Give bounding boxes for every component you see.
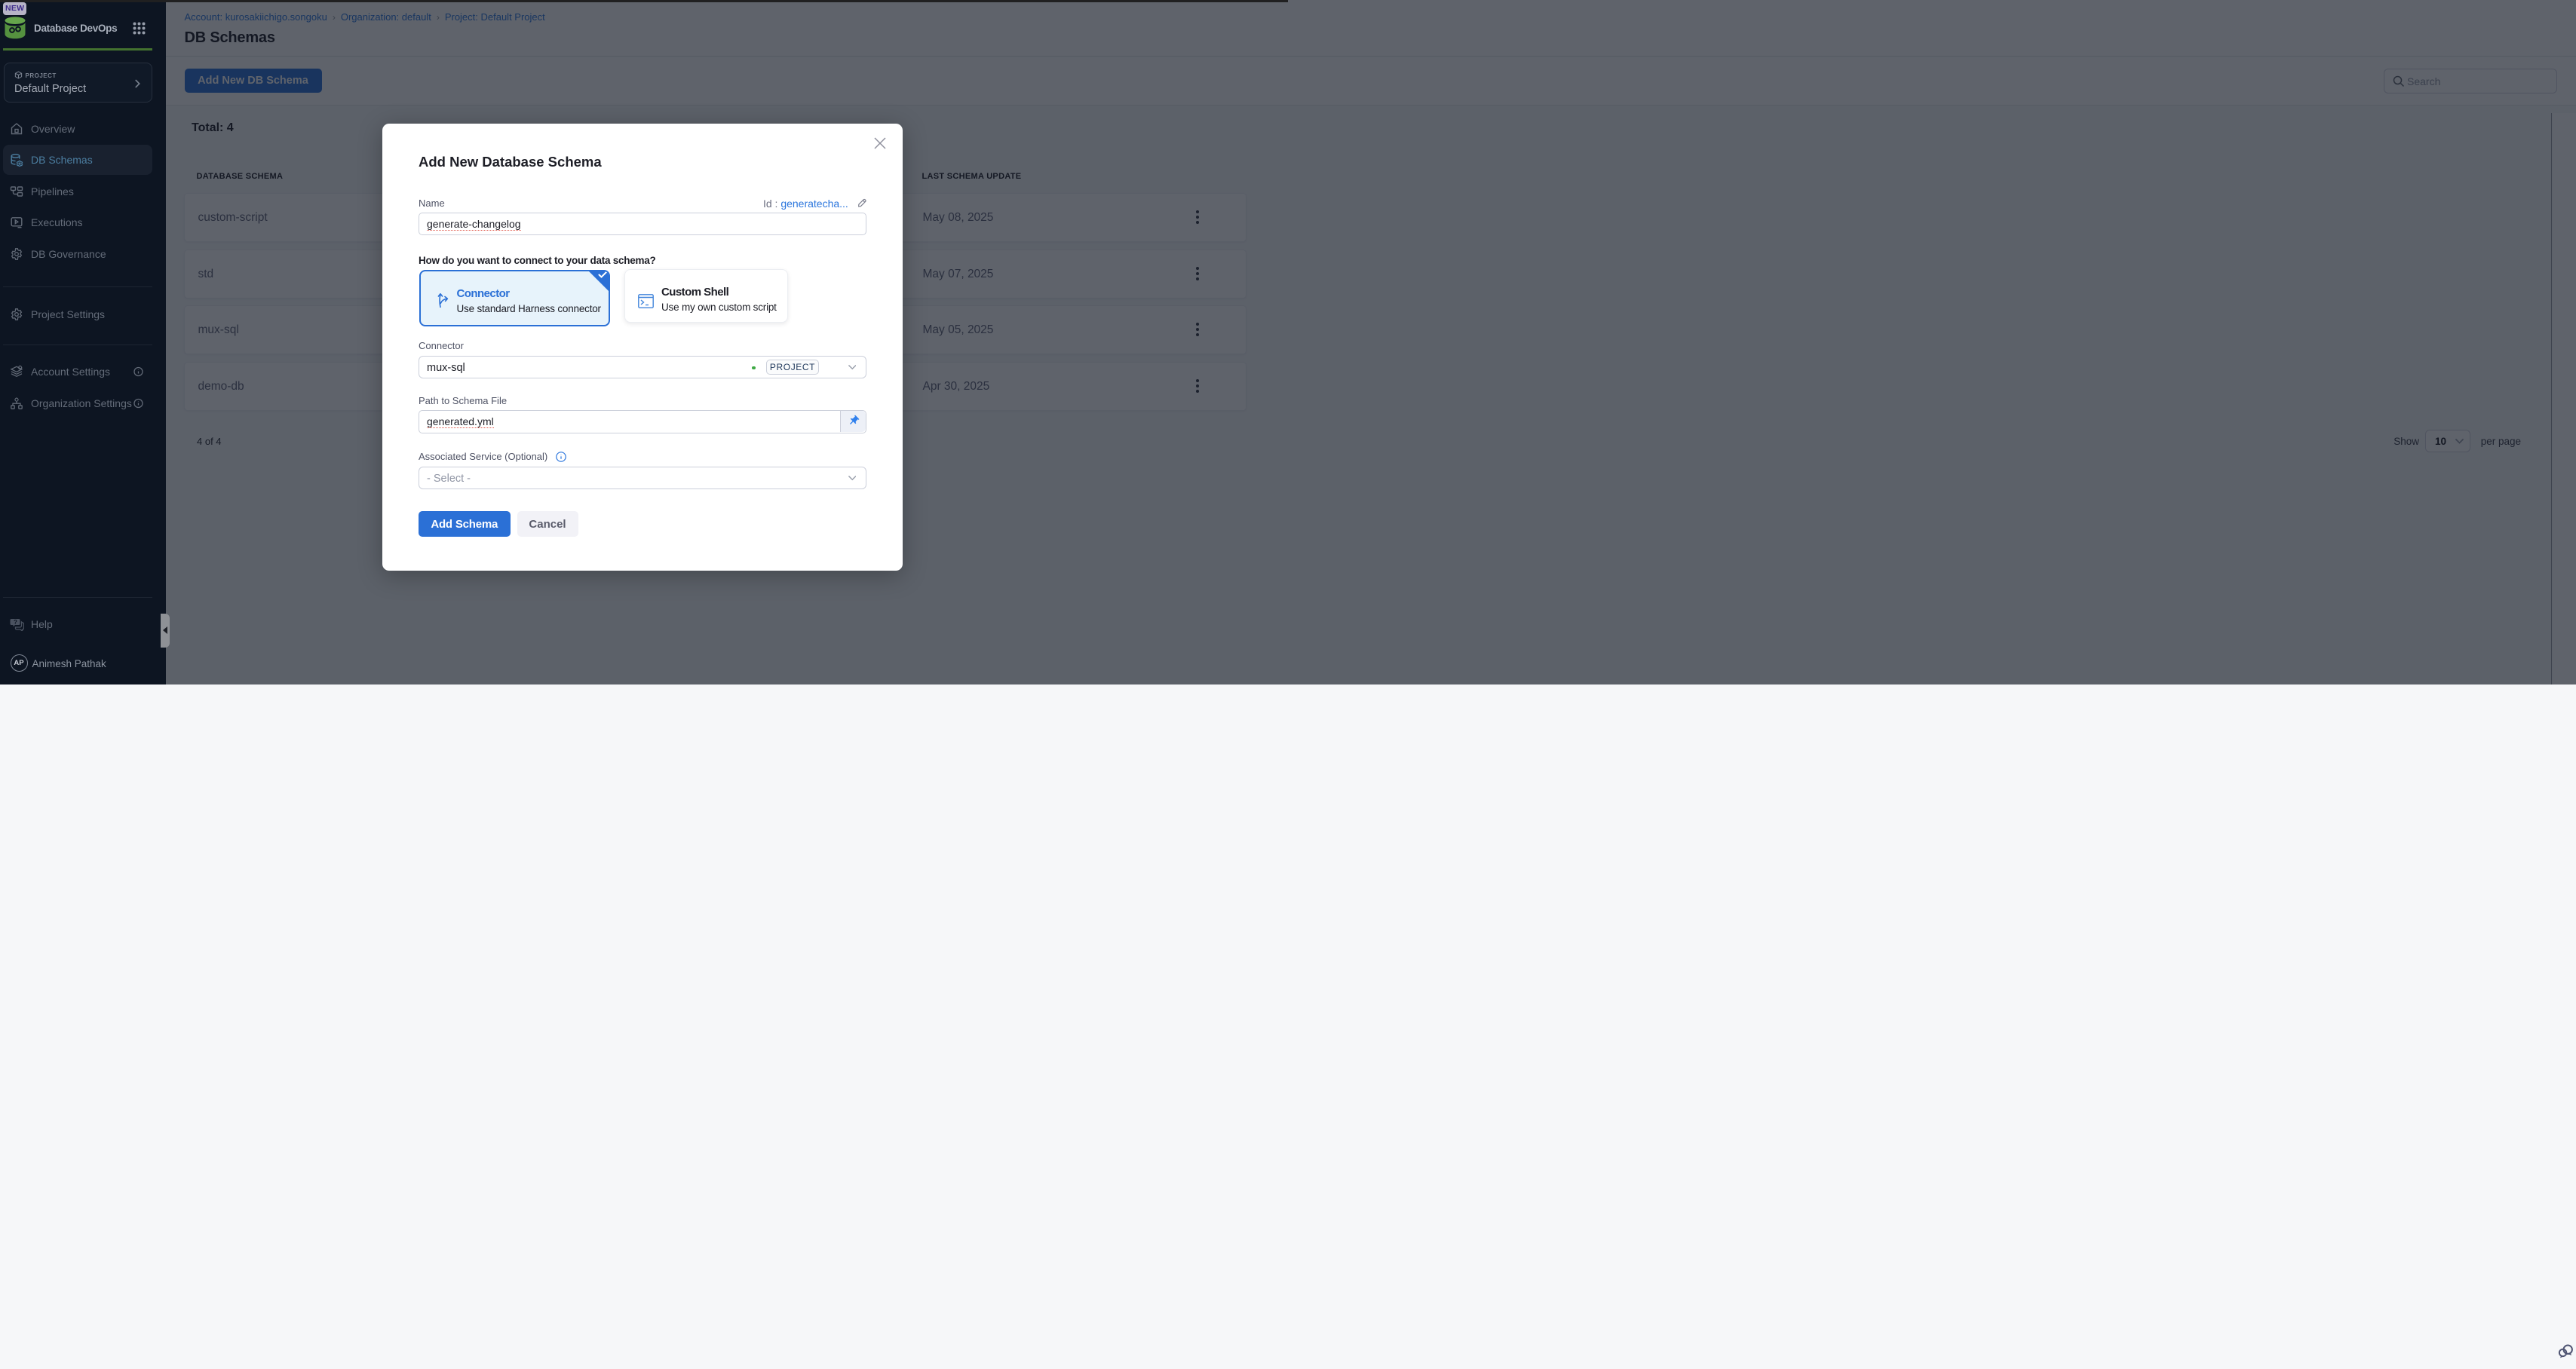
svg-text:?: ? bbox=[14, 619, 17, 626]
